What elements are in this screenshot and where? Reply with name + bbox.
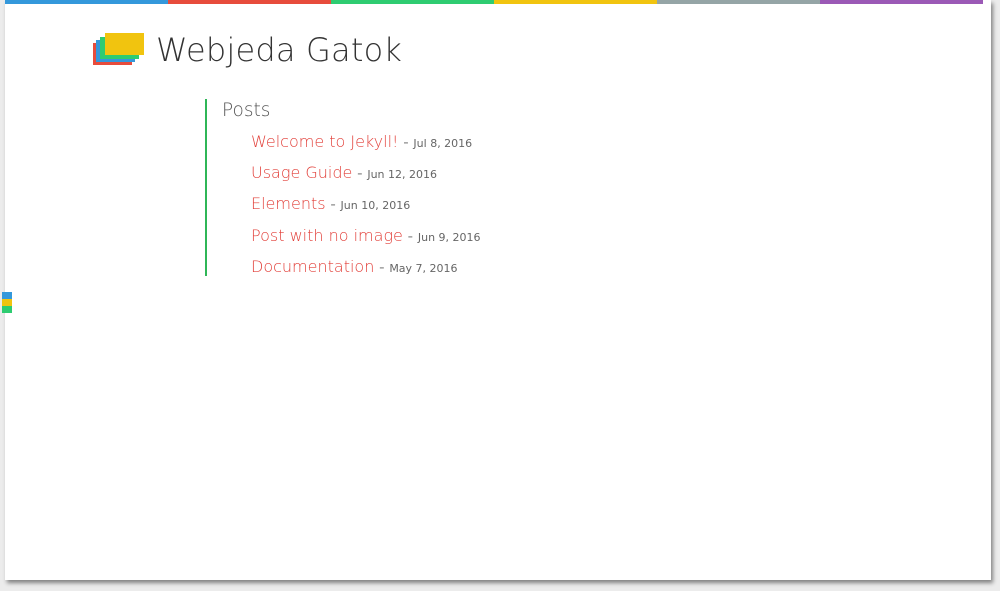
separator: - bbox=[330, 195, 341, 214]
separator: - bbox=[357, 164, 368, 183]
stacked-cards-logo-icon[interactable] bbox=[93, 33, 145, 67]
side-tab-blue bbox=[2, 292, 12, 299]
post-link[interactable]: Documentation bbox=[251, 257, 374, 276]
post-date: Jun 12, 2016 bbox=[367, 168, 438, 182]
posts-heading: Posts bbox=[222, 100, 271, 121]
browser-page: Webjeda Gatok Posts Welcome to Jekyll! -… bbox=[5, 0, 991, 580]
post-link[interactable]: Elements bbox=[251, 194, 326, 213]
site-title[interactable]: Webjeda Gatok bbox=[156, 31, 402, 69]
side-tab-yellow bbox=[2, 299, 12, 306]
post-link[interactable]: Usage Guide bbox=[251, 163, 352, 182]
separator: - bbox=[407, 226, 418, 245]
color-bar-segment-blue bbox=[5, 0, 168, 4]
post-link[interactable]: Welcome to Jekyll! bbox=[251, 132, 398, 151]
list-item: Usage Guide - Jun 12, 2016 bbox=[251, 163, 481, 194]
post-list: Welcome to Jekyll! - Jul 8, 2016 Usage G… bbox=[251, 132, 481, 288]
color-bar-segment-gray bbox=[657, 0, 820, 4]
list-item: Elements - Jun 10, 2016 bbox=[251, 194, 481, 225]
top-color-bar bbox=[5, 0, 983, 4]
posts-section: Posts Welcome to Jekyll! - Jul 8, 2016 U… bbox=[205, 99, 641, 276]
side-tab-green bbox=[2, 306, 12, 313]
post-date: Jun 9, 2016 bbox=[417, 230, 481, 244]
post-date: Jun 10, 2016 bbox=[340, 199, 411, 213]
color-tab-icon[interactable] bbox=[2, 292, 12, 313]
separator: - bbox=[403, 133, 414, 151]
separator: - bbox=[379, 257, 390, 276]
list-item: Welcome to Jekyll! - Jul 8, 2016 bbox=[251, 132, 481, 163]
post-date: May 7, 2016 bbox=[389, 261, 458, 275]
list-item: Documentation - May 7, 2016 bbox=[251, 257, 481, 288]
list-item: Post with no image - Jun 9, 2016 bbox=[251, 226, 481, 257]
color-bar-segment-purple bbox=[820, 0, 983, 4]
logo-layer-yellow bbox=[105, 33, 144, 55]
color-bar-segment-green bbox=[331, 0, 494, 4]
post-link[interactable]: Post with no image bbox=[251, 226, 403, 245]
color-bar-segment-red bbox=[168, 0, 331, 4]
color-bar-segment-yellow bbox=[494, 0, 657, 4]
post-date: Jul 8, 2016 bbox=[413, 137, 473, 150]
